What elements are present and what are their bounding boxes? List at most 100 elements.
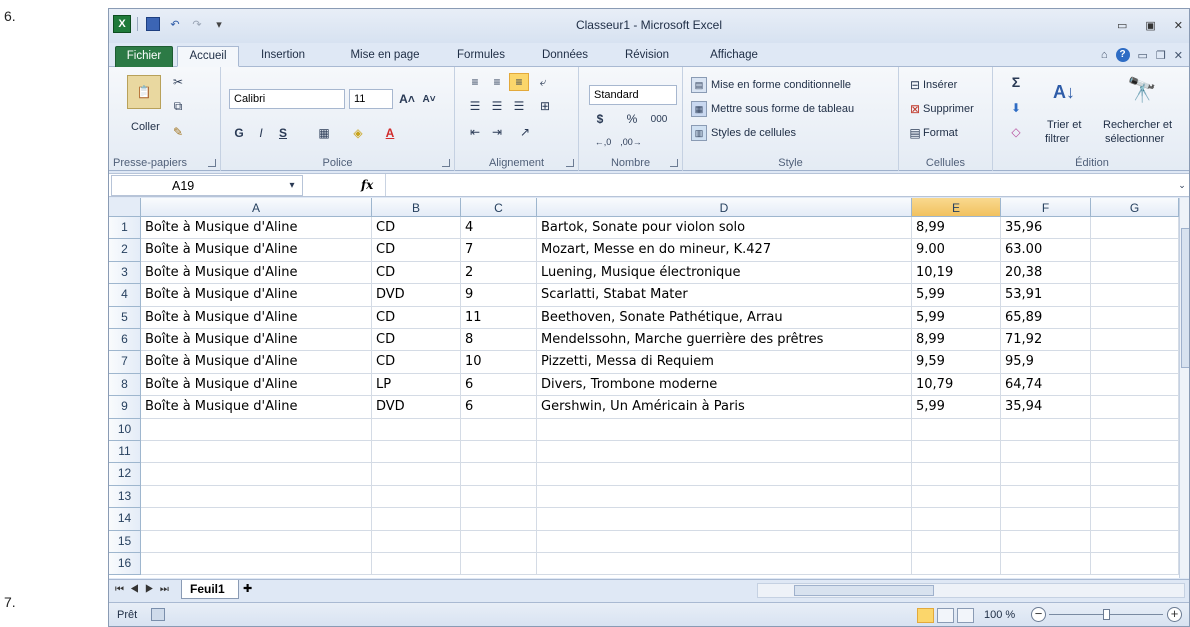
fx-icon[interactable]: fx [361, 178, 373, 192]
cell[interactable]: CD [372, 239, 461, 262]
cell[interactable]: Divers, Trombone moderne [537, 373, 912, 397]
cell[interactable] [1091, 329, 1179, 352]
delete-cells-icon[interactable]: ⊠ [907, 101, 923, 117]
italic-button[interactable]: I [251, 123, 271, 143]
vertical-scroll-thumb[interactable] [1181, 228, 1189, 368]
cell[interactable]: Boîte à Musique d'Aline [141, 306, 372, 329]
cell[interactable] [461, 463, 537, 486]
row-header[interactable]: 1 [109, 217, 141, 240]
cell[interactable] [461, 508, 537, 531]
sort-filter-icon[interactable]: A↓ [1049, 75, 1079, 109]
cell[interactable]: 20,38 [1001, 261, 1091, 285]
cell[interactable] [372, 463, 461, 486]
row-header[interactable]: 9 [109, 396, 141, 419]
column-header-g[interactable]: G [1091, 198, 1179, 217]
number-format-dropdown[interactable]: Standard [589, 85, 677, 105]
wb-close-icon[interactable]: ✕ [1174, 49, 1183, 62]
find-select-label-1[interactable]: Rechercher et [1103, 119, 1172, 131]
wb-minimize-icon[interactable]: ▭ [1138, 49, 1148, 62]
cell[interactable] [537, 441, 912, 464]
cell[interactable]: CD [372, 351, 461, 374]
cell[interactable] [1091, 239, 1179, 262]
sheet-nav-arrows-icon[interactable]: ⏮◀▶⏭ [115, 584, 175, 595]
row-header[interactable]: 13 [109, 485, 141, 509]
cell[interactable]: Mozart, Messe en do mineur, K.427 [537, 239, 912, 262]
copy-icon[interactable]: ⧉ [169, 97, 187, 115]
merge-center-icon[interactable]: ⊞ [533, 97, 557, 115]
cell[interactable] [912, 441, 1001, 464]
align-bottom-icon[interactable]: ≡ [509, 73, 529, 91]
cell-styles-button[interactable]: Styles de cellules [711, 127, 796, 139]
cell[interactable] [1001, 530, 1091, 553]
name-box[interactable]: A19 [111, 175, 303, 196]
cell[interactable] [1091, 351, 1179, 374]
cell[interactable]: 71,92 [1001, 329, 1091, 352]
cell[interactable]: 10,79 [912, 373, 1001, 397]
increase-decimal-icon[interactable]: ←,0 [591, 133, 615, 151]
tab-mise-en-page[interactable]: Mise en page [343, 46, 427, 67]
cell[interactable] [1091, 418, 1179, 441]
sheet-tab-feuil1[interactable]: Feuil1 [181, 580, 239, 599]
cell-styles-icon[interactable]: ▥ [691, 125, 707, 141]
align-top-icon[interactable]: ≡ [465, 73, 485, 91]
font-name-dropdown[interactable]: Calibri [229, 89, 345, 109]
zoom-slider-thumb[interactable] [1103, 609, 1110, 620]
format-painter-icon[interactable]: ✎ [169, 123, 187, 141]
cell[interactable] [1001, 441, 1091, 464]
cell[interactable] [537, 508, 912, 531]
paste-label[interactable]: Coller [131, 121, 160, 133]
row-header[interactable]: 14 [109, 508, 141, 531]
close-icon[interactable]: ✕ [1174, 19, 1183, 32]
cell[interactable]: Boîte à Musique d'Aline [141, 261, 372, 285]
cell[interactable]: 2 [461, 261, 537, 285]
bold-button[interactable]: G [229, 123, 249, 143]
column-header-f[interactable]: F [1001, 198, 1091, 217]
insert-button[interactable]: Insérer [923, 79, 957, 91]
cell[interactable]: 11 [461, 306, 537, 329]
grow-font-icon[interactable]: A˄ [397, 89, 417, 109]
cell[interactable]: CD [372, 329, 461, 352]
underline-button[interactable]: S [273, 123, 293, 143]
cell[interactable]: CD [372, 217, 461, 240]
find-select-label-2[interactable]: sélectionner [1105, 133, 1164, 145]
cut-icon[interactable]: ✂ [169, 73, 187, 91]
cell[interactable] [372, 418, 461, 441]
cell[interactable] [1001, 553, 1091, 576]
cell[interactable]: Boîte à Musique d'Aline [141, 373, 372, 397]
cell[interactable] [912, 485, 1001, 509]
cell[interactable]: 5,99 [912, 284, 1001, 307]
maximize-icon[interactable]: ▣ [1145, 19, 1155, 32]
borders-icon[interactable]: ▦ [311, 123, 337, 143]
fill-color-icon[interactable]: ◈ [345, 123, 371, 143]
cell[interactable] [461, 485, 537, 509]
decrease-indent-icon[interactable]: ⇤ [465, 123, 485, 141]
align-center-icon[interactable]: ☰ [487, 97, 507, 115]
cell[interactable]: 7 [461, 239, 537, 262]
cell[interactable]: 8 [461, 329, 537, 352]
cell[interactable]: Mendelssohn, Marche guerrière des prêtre… [537, 329, 912, 352]
cell[interactable]: 9 [461, 284, 537, 307]
cell[interactable] [141, 485, 372, 509]
row-header[interactable]: 4 [109, 284, 141, 307]
row-header[interactable]: 10 [109, 418, 141, 441]
paste-icon[interactable]: 📋 [127, 75, 161, 109]
tab-revision[interactable]: Révision [615, 46, 679, 67]
format-as-table-button[interactable]: Mettre sous forme de tableau [711, 103, 854, 115]
cell[interactable] [141, 530, 372, 553]
cell[interactable] [537, 553, 912, 576]
sort-filter-label-1[interactable]: Trier et [1047, 119, 1081, 131]
cell[interactable]: Boîte à Musique d'Aline [141, 329, 372, 352]
delete-button[interactable]: Supprimer [923, 103, 974, 115]
cell[interactable]: 35,96 [1001, 217, 1091, 240]
cell[interactable] [912, 463, 1001, 486]
cell[interactable] [537, 530, 912, 553]
cell[interactable] [461, 530, 537, 553]
zoom-level[interactable]: 100 % [984, 609, 1015, 621]
font-color-icon[interactable]: A [377, 123, 403, 143]
row-header[interactable]: 3 [109, 261, 141, 285]
conditional-format-icon[interactable]: ▤ [691, 77, 707, 93]
cell[interactable] [1001, 463, 1091, 486]
cell[interactable] [1091, 530, 1179, 553]
clipboard-launcher-icon[interactable] [208, 159, 216, 167]
cell[interactable]: Boîte à Musique d'Aline [141, 351, 372, 374]
